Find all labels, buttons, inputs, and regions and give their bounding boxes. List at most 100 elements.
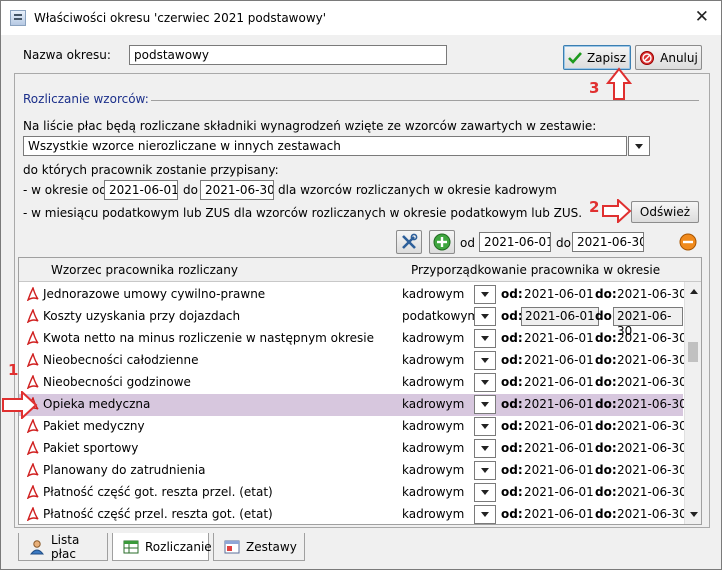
row-date-from: 2021-06-01 (524, 331, 594, 345)
row-date-from[interactable]: 2021-06-01 (521, 307, 599, 326)
chevron-down-icon (689, 512, 698, 517)
pattern-name: Koszty uzyskania przy dojazdach (43, 309, 241, 323)
table-row[interactable]: Płatność część got. reszta przel. (etat)… (19, 482, 687, 504)
row-date-from: 2021-06-01 (524, 353, 594, 367)
row-date-from: 2021-06-01 (524, 375, 594, 389)
assignment-mode-dropdown[interactable] (474, 285, 496, 304)
pdf-icon (27, 375, 39, 389)
row-to-label: do: (595, 463, 617, 477)
row-date-to: 2021-06-30 (617, 375, 687, 389)
table-row[interactable]: Koszty uzyskania przy dojazdach podatkowy… (19, 306, 683, 338)
row-to-label: do: (595, 397, 617, 411)
toolbar-date-to[interactable]: 2021-06-30 (572, 232, 644, 252)
pdf-icon (27, 441, 39, 455)
period-date-from[interactable]: 2021-06-01 (104, 180, 178, 200)
column-assignment[interactable]: Przyporządkowanie pracownika w okresie (411, 263, 660, 277)
row-date-to: 2021-06-30 (617, 507, 687, 521)
pdf-icon (27, 309, 39, 323)
table-row[interactable]: Planowany do zatrudnienia kadrowym od: 2021… (19, 460, 687, 482)
set-combo[interactable]: Wszystkie wzorce nierozliczane w innych … (23, 136, 627, 156)
row-date-from: 2021-06-01 (524, 485, 594, 499)
row-to-label: do: (595, 375, 617, 389)
assignment-mode: kadrowym (402, 507, 465, 521)
pdf-icon (27, 287, 39, 301)
assignment-mode: kadrowym (402, 441, 465, 455)
row-date-from: 2021-06-01 (524, 463, 594, 477)
table-row[interactable]: Jednorazowe umowy cywilno-prawne kadrowym… (19, 284, 687, 306)
window-app-icon (10, 10, 26, 26)
table-row[interactable]: Pakiet sportowy kadrowym od: 2021-06-01 do: 2… (19, 438, 687, 460)
annotation-arrow-up-icon (606, 67, 632, 100)
scroll-thumb[interactable] (688, 342, 698, 362)
assignment-mode-dropdown[interactable] (474, 505, 496, 524)
period-from-label: - w okresie od (23, 183, 107, 197)
minus-circle-icon (679, 233, 697, 251)
assignment-mode-dropdown[interactable] (474, 395, 496, 414)
assignment-mode: kadrowym (402, 353, 465, 367)
toolbar-to-label: do (556, 236, 571, 250)
annotation-number-2: 2 (589, 198, 600, 216)
tab-zestawy[interactable]: Zestawy (213, 533, 305, 561)
assignment-mode: kadrowym (402, 331, 465, 345)
row-date-to: 2021-06-30 (617, 331, 687, 345)
add-button[interactable] (429, 230, 455, 254)
tab-lista-plac[interactable]: Lista płac (18, 533, 108, 561)
scroll-up-arrow[interactable] (687, 284, 700, 299)
assignment-mode-dropdown[interactable] (474, 483, 496, 502)
scroll-down-arrow[interactable] (687, 507, 700, 522)
assignment-mode-dropdown[interactable] (474, 373, 496, 392)
assignment-mode-dropdown[interactable] (474, 439, 496, 458)
spreadsheet-icon (123, 539, 139, 555)
table-row[interactable]: Nieobecności godzinowe kadrowym od: 2021-06… (19, 372, 687, 394)
document-set-icon (224, 539, 240, 555)
toolbar-date-from[interactable]: 2021-06-01 (479, 232, 551, 252)
row-date-to: 2021-06-30 (617, 353, 687, 367)
table-row[interactable]: Pakiet medyczny kadrowym od: 2021-06-01 do: 2… (19, 416, 687, 438)
row-from-label: od: (501, 331, 523, 345)
chevron-up-icon (689, 289, 698, 294)
column-pattern[interactable]: Wzorzec pracownika rozliczany (51, 263, 238, 277)
table-row[interactable]: Opieka medyczna kadrowym od: 2021-06-01 do: 2… (19, 394, 687, 416)
refresh-label: Odśwież (639, 205, 691, 219)
pdf-icon (27, 331, 39, 345)
table-row[interactable]: Kwota netto na minus rozliczenie w nastę… (19, 328, 687, 350)
tools-button[interactable] (396, 230, 422, 254)
tab-rozliczanie[interactable]: Rozliczanie (112, 533, 212, 561)
pdf-icon (27, 463, 39, 477)
set-combo-dropdown[interactable] (628, 136, 650, 156)
table-row[interactable]: Płatność część przel. reszta got. (etat)… (19, 504, 687, 524)
assignment-mode-dropdown[interactable] (474, 351, 496, 370)
cancel-icon (640, 50, 655, 65)
assignment-mode-dropdown[interactable] (474, 329, 496, 348)
assignment-mode-dropdown[interactable] (474, 461, 496, 480)
chevron-down-icon (481, 292, 489, 297)
table-row[interactable]: Nieobecności całodzienne kadrowym od: 2021-… (19, 350, 687, 372)
period-name-input[interactable]: podstawowy (129, 45, 447, 65)
row-date-to: 2021-06-30 (617, 441, 687, 455)
row-date-from: 2021-06-01 (524, 419, 594, 433)
pattern-name: Kwota netto na minus rozliczenie w nastę… (43, 331, 374, 345)
chevron-down-icon (481, 402, 489, 407)
refresh-button[interactable]: Odśwież (631, 201, 699, 223)
row-to-label: do: (595, 287, 617, 301)
assignment-mode-dropdown[interactable] (474, 417, 496, 436)
grid-scrollbar[interactable] (684, 282, 701, 524)
tools-icon (402, 233, 418, 249)
annotation-number-1: 1 (8, 361, 19, 379)
period-date-to[interactable]: 2021-06-30 (200, 180, 274, 200)
assignment-mode: kadrowym (402, 287, 465, 301)
row-from-label: od: (501, 507, 523, 521)
row-to-label: do: (595, 419, 617, 433)
row-from-label: od: (501, 375, 523, 389)
row-date-from: 2021-06-01 (524, 287, 594, 301)
pattern-name: Pakiet sportowy (43, 441, 139, 455)
row-date-to: 2021-06-30 (617, 287, 687, 301)
row-date-to[interactable]: 2021-06-30 (613, 307, 683, 338)
assignment-mode-dropdown[interactable] (474, 307, 496, 326)
remove-button[interactable] (675, 230, 701, 254)
assignment-mode: kadrowym (402, 419, 465, 433)
cancel-button[interactable]: Anuluj (635, 45, 702, 70)
close-icon[interactable]: ✕ (695, 8, 709, 26)
row-to-label: do: (595, 507, 617, 521)
row-from-label: od: (501, 441, 523, 455)
